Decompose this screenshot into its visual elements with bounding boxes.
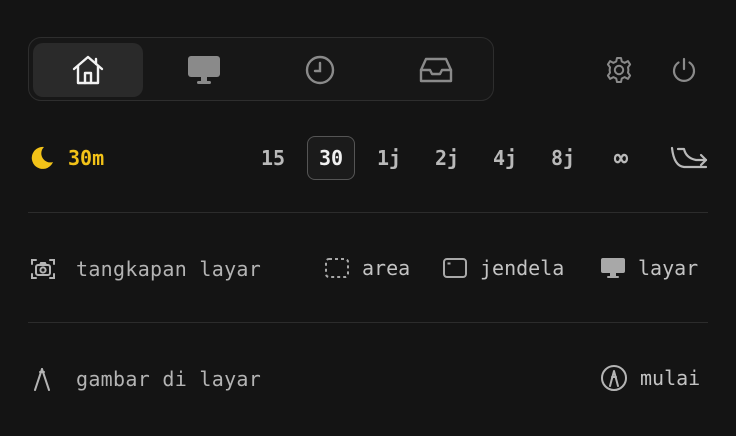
window-icon (443, 258, 467, 278)
capture-window-label: jendela (480, 256, 565, 280)
monitor-icon (601, 258, 625, 278)
pen-nib-icon (34, 368, 50, 391)
draw-label: gambar di layar (76, 367, 262, 391)
divider (28, 322, 708, 323)
clock-icon (305, 55, 335, 85)
duration-2j[interactable]: 2j (423, 136, 471, 180)
duration-1j[interactable]: 1j (365, 136, 413, 180)
tab-display[interactable] (149, 43, 259, 97)
auto-decline-icon[interactable] (670, 144, 708, 172)
capture-area-button[interactable]: area (324, 248, 410, 288)
power-icon (672, 57, 696, 82)
moon-icon (31, 146, 53, 169)
home-icon (72, 55, 104, 85)
settings-button[interactable] (603, 54, 635, 86)
tab-home[interactable] (33, 43, 143, 97)
start-drawing-label: mulai (640, 366, 701, 390)
tab-bar (28, 37, 494, 101)
screenshot-row: tangkapan layar area jendela layar (28, 248, 708, 288)
gear-icon (606, 57, 632, 83)
timer-row: 30m 15 30 1j 2j 4j 8j ∞ (28, 136, 708, 180)
capture-area-label: area (362, 256, 411, 280)
tab-inbox[interactable] (381, 43, 491, 97)
dashed-rect-icon (325, 258, 349, 278)
duration-15[interactable]: 15 (249, 136, 297, 180)
duration-infinite[interactable]: ∞ (597, 136, 645, 180)
capture-screen-button[interactable]: layar (600, 248, 698, 288)
monitor-icon (188, 56, 220, 84)
duration-8j[interactable]: 8j (539, 136, 587, 180)
start-drawing-button[interactable]: mulai (600, 358, 700, 398)
inbox-icon (419, 57, 453, 83)
draw-row: gambar di layar mulai (28, 358, 708, 398)
camera-icon (31, 259, 55, 279)
timer-value: 30m (68, 146, 105, 170)
duration-30[interactable]: 30 (307, 136, 355, 180)
power-button[interactable] (668, 54, 700, 86)
screenshot-label: tangkapan layar (76, 257, 262, 281)
divider (28, 212, 708, 213)
circle-pen-icon (601, 365, 627, 391)
tab-history[interactable] (265, 43, 375, 97)
duration-4j[interactable]: 4j (481, 136, 529, 180)
capture-screen-label: layar (638, 256, 699, 280)
capture-window-button[interactable]: jendela (442, 248, 564, 288)
